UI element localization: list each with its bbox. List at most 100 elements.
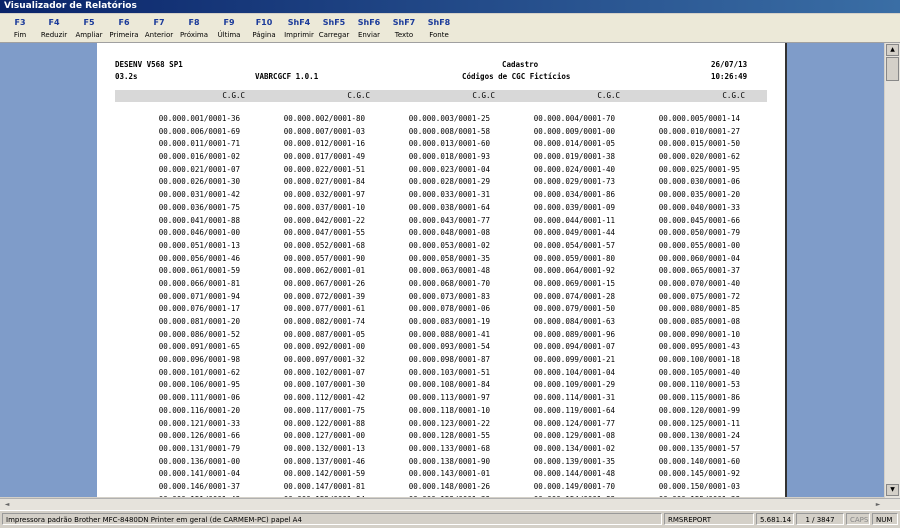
table-row: 00.000.061/0001-59 00.000.062/0001-01 00.0… [115,266,775,279]
cgc-cell: 00.000.055/0001-00 [658,240,740,250]
cgc-cell: 00.000.147/0001-81 [283,481,365,491]
cgc-cell: 00.000.126/0001-66 [158,431,240,441]
cgc-cell: 00.000.101/0001-62 [158,367,240,377]
table-row: 00.000.046/0001-00 00.000.047/0001-55 00.0… [115,228,775,241]
cgc-cell: 00.000.034/0001-86 [533,190,615,200]
cgc-cell: 00.000.107/0001-30 [283,380,365,390]
column-header: C.G.C [222,91,245,100]
cgc-cell: 00.000.003/0001-25 [408,114,490,123]
table-row: 00.000.096/0001-98 00.000.097/0001-32 00.0… [115,355,775,368]
toolbar-label: Fim [13,31,27,39]
toolbar-button-ampliar[interactable]: F5 Ampliar [73,14,105,42]
toolbar-button-anterior[interactable]: F7 Anterior [143,14,175,42]
cgc-cell: 00.000.105/0001-40 [658,367,740,377]
cgc-cell: 00.000.020/0001-62 [658,152,740,162]
cgc-cell: 00.000.110/0001-53 [658,380,740,390]
cgc-cell: 00.000.100/0001-18 [658,355,740,365]
cgc-cell: 00.000.026/0001-30 [158,177,240,187]
cgc-cell: 00.000.144/0001-48 [533,469,615,479]
report-elapsed: 03.2s [115,72,138,81]
cgc-cell: 00.000.037/0001-10 [283,202,365,212]
cgc-cell: 00.000.102/0001-07 [283,367,365,377]
table-row: 00.000.036/0001-75 00.000.037/0001-10 00.0… [115,203,775,216]
cgc-cell: 00.000.043/0001-77 [408,215,490,225]
toolbar-button-texto[interactable]: ShF7 Texto [388,14,420,42]
report-date: 26/07/13 [711,60,748,69]
cgc-cell: 00.000.096/0001-98 [158,355,240,365]
cgc-cell: 00.000.028/0001-29 [408,177,490,187]
report-viewport[interactable]: DESENV V568 SP1 Cadastro 26/07/13 03.2s … [0,43,884,497]
toolbar-button-imprimir[interactable]: ShF4 Imprimir [283,14,315,42]
report-name: RMSREPORT [664,513,754,525]
table-row: 00.000.081/0001-20 00.000.082/0001-74 00.0… [115,317,775,330]
cgc-cell: 00.000.017/0001-49 [283,152,365,162]
cgc-cell: 00.000.095/0001-43 [658,342,740,352]
cgc-cell: 00.000.098/0001-87 [408,355,490,365]
toolbar-label: Texto [394,31,414,39]
cgc-cell: 00.000.024/0001-40 [533,164,615,174]
cgc-cell: 00.000.111/0001-06 [158,393,240,403]
report-page: DESENV V568 SP1 Cadastro 26/07/13 03.2s … [97,43,787,497]
scroll-thumb[interactable] [886,57,899,81]
cgc-cell: 00.000.088/0001-41 [408,329,490,339]
toolbar-button-enviar[interactable]: ShF6 Enviar [353,14,385,42]
report-time: 10:26:49 [711,72,748,81]
cgc-cell: 00.000.062/0001-01 [283,266,365,276]
table-row: 00.000.041/0001-88 00.000.042/0001-22 00.0… [115,216,775,229]
toolbar-key: F6 [118,18,130,27]
toolbar-key: F5 [83,18,95,27]
toolbar-button--ltima[interactable]: F9 Última [213,14,245,42]
table-row: 00.000.051/0001-13 00.000.052/0001-68 00.0… [115,241,775,254]
table-row: 00.000.006/0001-69 00.000.007/0001-03 00.0… [115,127,775,140]
cgc-cell: 00.000.070/0001-40 [658,278,740,288]
scroll-left-icon[interactable]: ◄ [2,500,12,509]
cgc-cell: 00.000.138/0001-90 [408,456,490,466]
cgc-cell: 00.000.099/0001-21 [533,355,615,365]
cgc-cell: 00.000.118/0001-10 [408,405,490,415]
cgc-cell: 00.000.005/0001-14 [658,114,740,123]
cgc-cell: 00.000.121/0001-33 [158,418,240,428]
cgc-cell: 00.000.012/0001-16 [283,139,365,149]
toolbar-button-primeira[interactable]: F6 Primeira [108,14,140,42]
cgc-cell: 00.000.115/0001-86 [658,393,740,403]
cgc-cell: 00.000.122/0001-88 [283,418,365,428]
cgc-cell: 00.000.109/0001-29 [533,380,615,390]
cgc-cell: 00.000.145/0001-92 [658,469,740,479]
column-header: C.G.C [472,91,495,100]
table-row: 00.000.001/0001-36 00.000.002/0001-80 00.0… [115,114,775,127]
cgc-cell: 00.000.036/0001-75 [158,202,240,212]
scroll-right-icon[interactable]: ► [873,500,883,509]
horizontal-scrollbar[interactable]: ◄ ► [0,498,900,510]
cgc-cell: 00.000.049/0001-44 [533,228,615,238]
table-row: 00.000.086/0001-52 00.000.087/0001-05 00.0… [115,330,775,343]
toolbar-button-fonte[interactable]: ShF8 Fonte [423,14,455,42]
table-row: 00.000.031/0001-42 00.000.032/0001-97 00.0… [115,190,775,203]
column-header: C.G.C [722,91,745,100]
cgc-cell: 00.000.067/0001-26 [283,278,365,288]
cgc-cell: 00.000.151/0001-48 [115,495,240,497]
vertical-scrollbar[interactable]: ▲ ▼ [885,43,900,498]
toolbar-button-p-gina[interactable]: F10 Página [248,14,280,42]
cgc-cell: 00.000.125/0001-11 [658,418,740,428]
table-row: 00.000.071/0001-94 00.000.072/0001-39 00.0… [115,292,775,305]
cgc-cell: 00.000.127/0001-00 [283,431,365,441]
cgc-cell: 00.000.065/0001-37 [658,266,740,276]
toolbar-button-pr-xima[interactable]: F8 Próxima [178,14,210,42]
scroll-down-icon[interactable]: ▼ [886,484,899,496]
cgc-cell: 00.000.010/0001-27 [658,126,740,136]
cgc-cell: 00.000.097/0001-32 [283,355,365,365]
toolbar-button-reduzir[interactable]: F4 Reduzir [38,14,70,42]
toolbar-button-fim[interactable]: F3 Fim [4,14,36,42]
table-row: 00.000.126/0001-66 00.000.127/0001-00 00.0… [115,431,775,444]
toolbar-button-carregar[interactable]: ShF5 Carregar [318,14,350,42]
cgc-cell: 00.000.033/0001-31 [408,190,490,200]
scroll-up-icon[interactable]: ▲ [886,44,899,56]
cgc-cell: 00.000.135/0001-57 [658,443,740,453]
cgc-cell: 00.000.056/0001-46 [158,253,240,263]
column-header: C.G.C [347,91,370,100]
cgc-cell: 00.000.064/0001-92 [533,266,615,276]
cgc-cell: 00.000.054/0001-57 [533,240,615,250]
table-row: 00.000.106/0001-95 00.000.107/0001-30 00.0… [115,380,775,393]
cgc-cell: 00.000.019/0001-38 [533,152,615,162]
cgc-cell: 00.000.014/0001-05 [533,139,615,149]
